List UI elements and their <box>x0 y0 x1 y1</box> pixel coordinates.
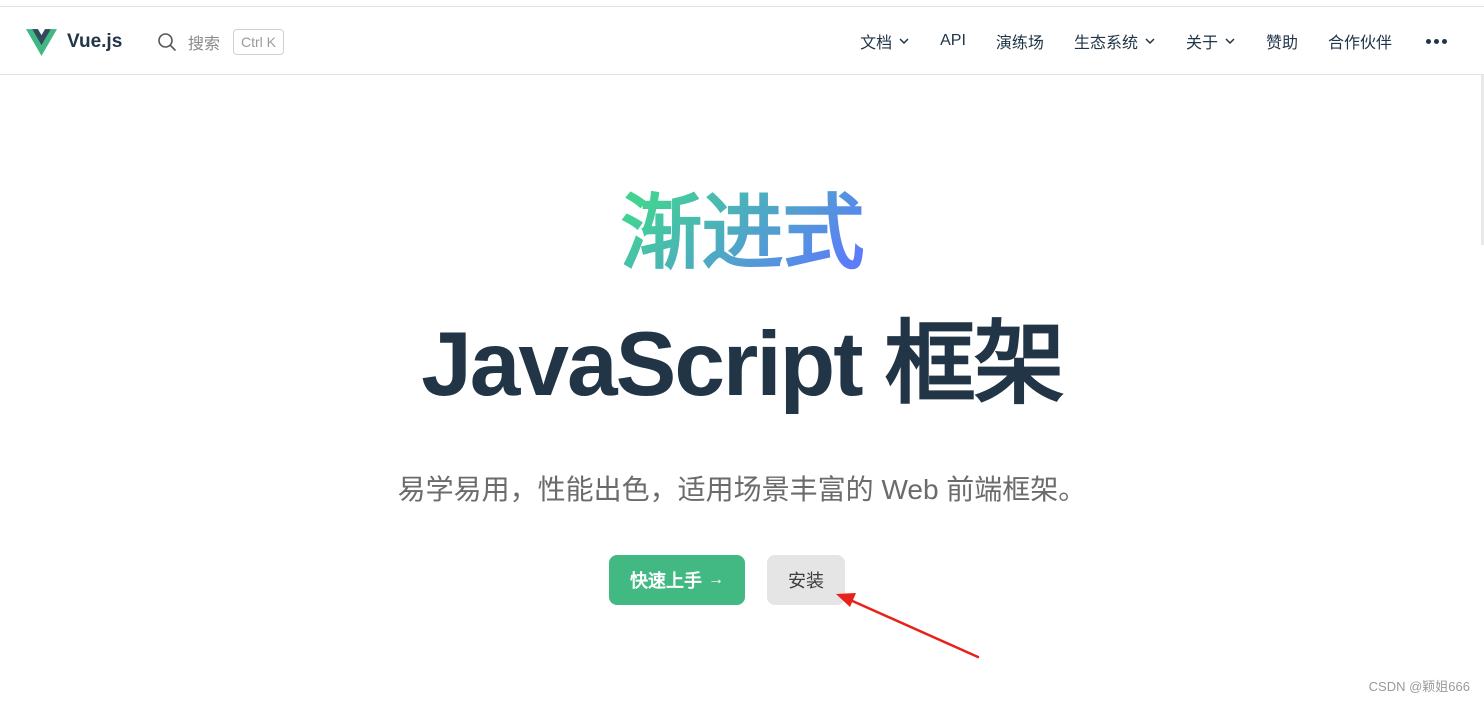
nav-item-api[interactable]: API <box>940 32 966 50</box>
get-started-button[interactable]: 快速上手 → <box>609 555 745 605</box>
search-button[interactable]: 搜索 Ctrl K <box>157 28 285 56</box>
search-shortcut-badge: Ctrl K <box>233 29 285 55</box>
watermark: CSDN @颖姐666 <box>1368 679 1470 694</box>
brand-link[interactable]: Vue.js <box>26 28 122 56</box>
red-arrow-annotation <box>836 593 980 659</box>
nav-item-label: 文档 <box>860 35 893 52</box>
vue-logo-icon <box>26 28 57 56</box>
nav-item-label: 生态系统 <box>1073 35 1138 52</box>
hero-title-main: JavaScript 框架 <box>421 314 1065 415</box>
nav-item-ecosystem[interactable]: 生态系统 <box>1074 29 1156 53</box>
nav-item-label: 合作伙伴 <box>1327 35 1392 52</box>
window-top-edge <box>0 0 1484 7</box>
nav-item-partners[interactable]: 合作伙伴 <box>1328 29 1392 53</box>
more-menu-button[interactable] <box>1424 38 1448 44</box>
chevron-down-icon <box>899 38 909 45</box>
get-started-label: 快速上手 <box>630 571 702 591</box>
chevron-down-icon <box>1145 38 1155 45</box>
nav-item-sponsor[interactable]: 赞助 <box>1266 29 1298 53</box>
nav-item-label: API <box>940 32 966 49</box>
search-label: 搜索 <box>188 36 221 53</box>
top-navbar: Vue.js 搜索 Ctrl K 文档 API 演练场 生态系统 关于 赞助 合… <box>0 8 1484 75</box>
arrow-right-icon: → <box>708 571 724 588</box>
nav-item-playground[interactable]: 演练场 <box>996 29 1044 53</box>
nav-item-about[interactable]: 关于 <box>1186 29 1236 53</box>
nav-item-label: 赞助 <box>1265 35 1298 52</box>
gradient-text: 渐进式 <box>620 188 864 279</box>
nav-item-docs[interactable]: 文档 <box>860 29 910 53</box>
more-dots-icon <box>1425 38 1431 44</box>
hero-section: 渐进式 JavaScript 框架 易学易用，性能出色，适用场景丰富的 Web … <box>0 75 1484 703</box>
brand-name: Vue.js <box>67 31 123 52</box>
hero-subtitle: 易学易用，性能出色，适用场景丰富的 Web 前端框架。 <box>397 474 1087 505</box>
hero-title-highlight: 渐进式 <box>0 193 1484 275</box>
main-nav: 文档 API 演练场 生态系统 关于 赞助 合作伙伴 <box>830 26 1448 56</box>
nav-item-label: 关于 <box>1185 35 1218 52</box>
nav-item-label: 演练场 <box>995 35 1044 52</box>
search-icon <box>158 33 176 51</box>
hero-actions: 快速上手 → 安装 <box>609 555 845 605</box>
chevron-down-icon <box>1225 38 1235 45</box>
